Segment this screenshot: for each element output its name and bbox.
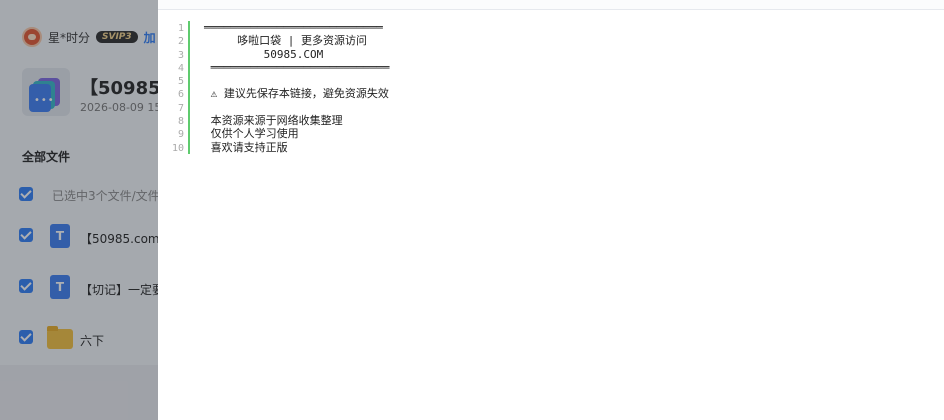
preview-line: 1 ═══════════════════════════ bbox=[166, 21, 383, 34]
preview-line: 3 50985.COM bbox=[166, 48, 323, 61]
preview-line: 7 bbox=[166, 101, 184, 114]
text-preview: 1 ═══════════════════════════ 2 哆啦口袋 | 更多资… bbox=[166, 21, 389, 154]
preview-line: 4 ═══════════════════════════ bbox=[166, 61, 389, 74]
preview-line: 8 本资源来源于网络收集整理 bbox=[166, 114, 343, 128]
line-text: ═══════════════════════════ bbox=[204, 60, 390, 74]
file-preview-panel: 1 ═══════════════════════════ 2 哆啦口袋 | 更多资… bbox=[158, 0, 944, 420]
preview-line: 6 ⚠ 建议先保存本链接，避免资源失效 bbox=[166, 87, 389, 101]
line-number: 1 bbox=[177, 23, 184, 34]
line-number: 3 bbox=[177, 49, 184, 61]
line-text: ═══════════════════════════ bbox=[204, 21, 383, 34]
line-text: 本资源来源于网络收集整理 bbox=[204, 114, 343, 128]
line-text: 哆啦口袋 | 更多资源访问 bbox=[204, 34, 367, 48]
line-number: 8 bbox=[177, 116, 184, 128]
line-text: 喜欢请支持正版 bbox=[204, 140, 288, 154]
line-text: 仅供个人学习使用 bbox=[204, 127, 299, 141]
preview-line: 9 仅供个人学习使用 bbox=[166, 127, 299, 141]
preview-line: 2 哆啦口袋 | 更多资源访问 bbox=[166, 34, 367, 48]
line-number: 6 bbox=[177, 89, 184, 101]
preview-line: 5 bbox=[166, 74, 184, 87]
line-number: 7 bbox=[177, 102, 184, 114]
gutter-marker bbox=[188, 21, 190, 154]
line-number: 5 bbox=[177, 76, 184, 88]
line-number: 4 bbox=[177, 62, 184, 74]
preview-topbar bbox=[158, 0, 944, 10]
line-number: 9 bbox=[177, 129, 184, 141]
preview-line: 10 喜欢请支持正版 bbox=[166, 141, 288, 154]
line-number: 2 bbox=[177, 36, 184, 48]
line-text: 50985.COM bbox=[204, 47, 324, 61]
line-number: 10 bbox=[171, 142, 184, 154]
line-text: ⚠ 建议先保存本链接，避免资源失效 bbox=[204, 87, 389, 101]
